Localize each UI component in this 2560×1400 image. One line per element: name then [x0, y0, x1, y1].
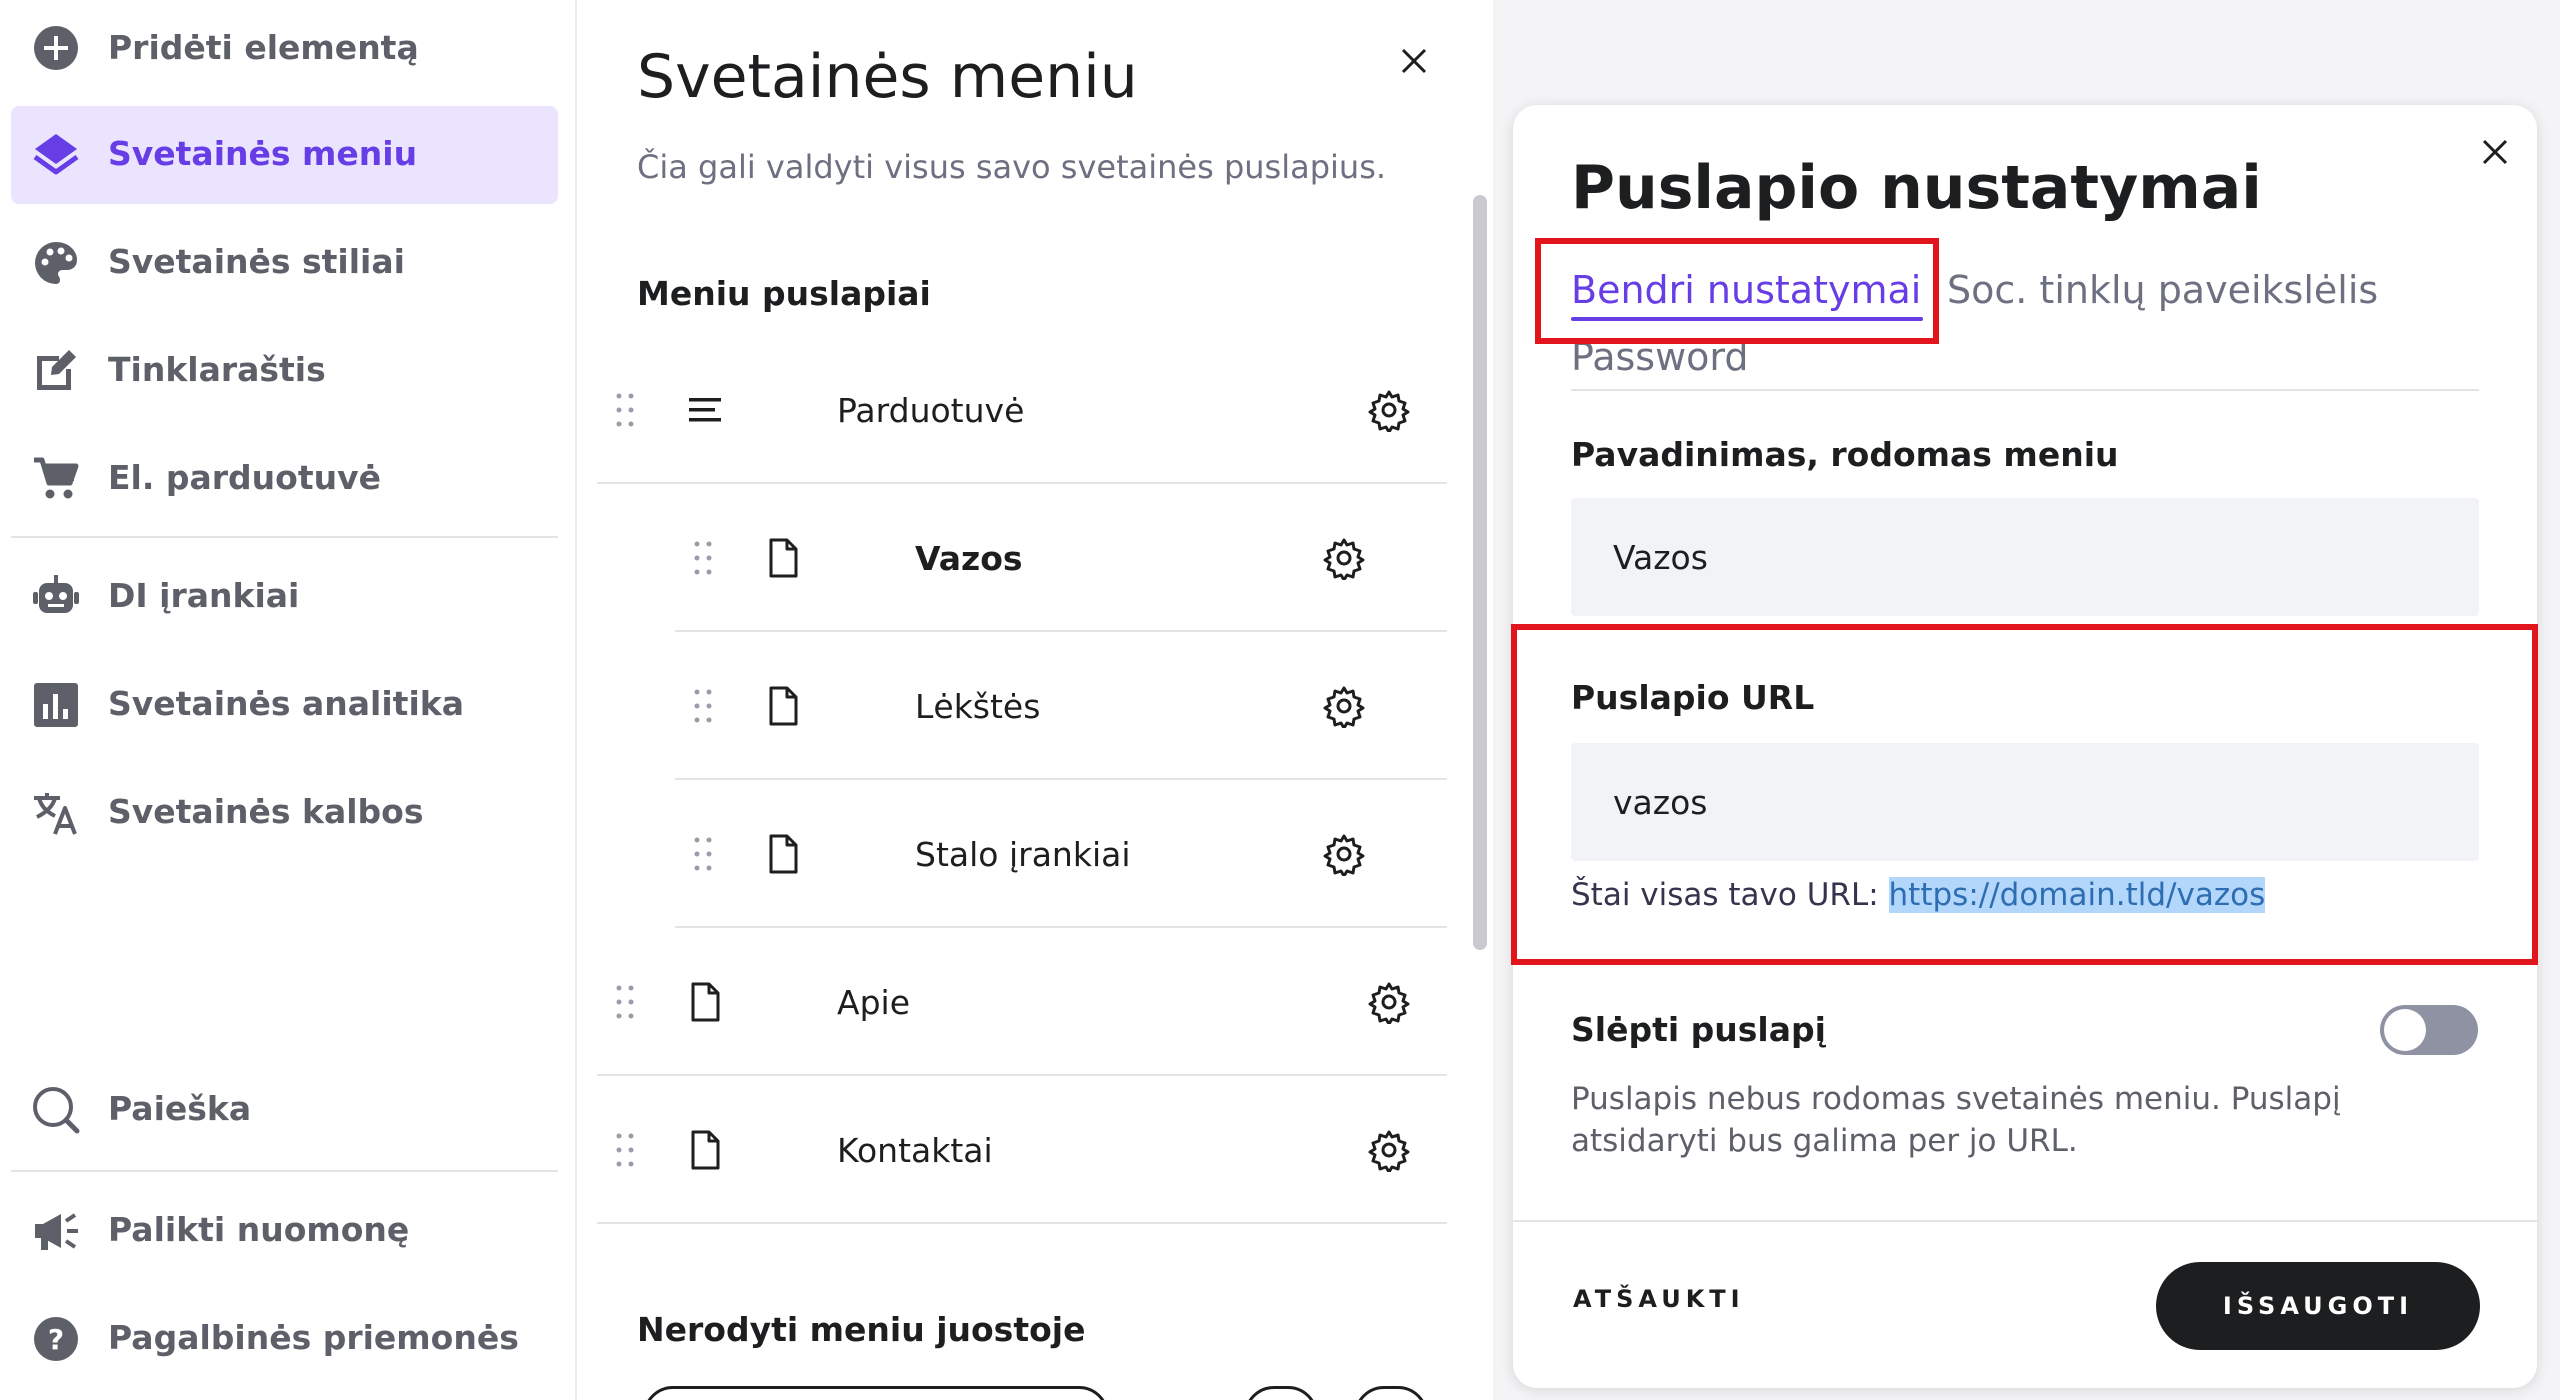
- plus-circle-icon: [31, 23, 81, 73]
- drag-handle-icon[interactable]: [610, 1130, 640, 1170]
- sidebar-item-label: Pridėti elementą: [108, 28, 419, 67]
- sidebar-item-analytics[interactable]: Svetainės analitika: [11, 656, 558, 754]
- partial-icon-button[interactable]: [1354, 1386, 1428, 1400]
- section-label: Meniu puslapiai: [637, 274, 931, 313]
- menu-page-label: Stalo įrankiai: [915, 835, 1131, 874]
- menu-page-label: Parduotuvė: [837, 391, 1025, 430]
- menu-name-input[interactable]: [1571, 498, 2479, 616]
- close-icon: [2482, 139, 2508, 165]
- menu-name-label: Pavadinimas, rodomas meniu: [1571, 435, 2119, 474]
- menu-page-row[interactable]: Lėkštės: [675, 632, 1447, 780]
- sidebar-item-ai-tools[interactable]: DI įrankiai: [11, 548, 558, 646]
- gear-icon[interactable]: [1367, 1128, 1411, 1172]
- sidebar-divider: [11, 536, 558, 538]
- sidebar-item-label: Pagalbinės priemonės: [108, 1318, 519, 1357]
- sidebar-item-label: Tinklaraštis: [108, 350, 326, 389]
- sidebar-item-label: Svetainės kalbos: [108, 792, 424, 831]
- page-icon: [683, 1128, 727, 1172]
- menu-page-label: Vazos: [915, 539, 1023, 578]
- footer-divider: [1513, 1220, 2537, 1222]
- panel-title: Svetainės meniu: [637, 42, 1138, 112]
- sidebar-item-languages[interactable]: Svetainės kalbos: [11, 764, 558, 862]
- sidebar-item-site-menu[interactable]: Svetainės meniu: [11, 106, 558, 204]
- sidebar-item-help[interactable]: ? Pagalbinės priemonės: [11, 1290, 558, 1388]
- close-icon: [1401, 48, 1427, 74]
- save-button[interactable]: IŠSAUGOTI: [2156, 1262, 2480, 1350]
- menu-page-row[interactable]: Vazos: [675, 484, 1447, 632]
- translate-icon: [31, 788, 81, 838]
- highlight-box-url: [1511, 624, 2538, 965]
- close-panel-button[interactable]: [1389, 36, 1439, 86]
- analytics-icon: [31, 680, 81, 730]
- close-dialog-button[interactable]: [2470, 127, 2520, 177]
- gear-icon[interactable]: [1322, 536, 1366, 580]
- sidebar: Pridėti elementą Svetainės meniu Svetain…: [0, 0, 577, 1400]
- hidden-pages-section-label: Nerodyti meniu juostoje: [637, 1310, 1086, 1349]
- sidebar-item-site-styles[interactable]: Svetainės stiliai: [11, 214, 558, 312]
- edit-icon: [31, 346, 81, 396]
- megaphone-icon: [31, 1206, 81, 1256]
- sidebar-item-eshop[interactable]: El. parduotuvė: [11, 430, 558, 528]
- cancel-button[interactable]: ATŠAUKTI: [1573, 1285, 1745, 1313]
- tab-social-image[interactable]: Soc. tinklų paveikslėlis: [1947, 268, 2378, 312]
- sidebar-item-label: Svetainės analitika: [108, 684, 464, 723]
- page-icon: [761, 832, 805, 876]
- site-menu-panel: Svetainės meniu Čia gali valdyti visus s…: [577, 0, 1493, 1400]
- drag-handle-icon[interactable]: [610, 390, 640, 430]
- drag-handle-icon[interactable]: [610, 982, 640, 1022]
- menu-page-label: Apie: [837, 983, 910, 1022]
- search-icon: [31, 1085, 81, 1135]
- cart-icon: [31, 454, 81, 504]
- sidebar-item-label: El. parduotuvė: [108, 458, 381, 497]
- hide-page-toggle[interactable]: [2380, 1005, 2478, 1055]
- menu-page-row[interactable]: Stalo įrankiai: [675, 780, 1447, 928]
- sidebar-item-blog[interactable]: Tinklaraštis: [11, 322, 558, 420]
- toggle-knob: [2384, 1009, 2426, 1051]
- sidebar-divider: [11, 1170, 558, 1172]
- drag-handle-icon[interactable]: [688, 686, 718, 726]
- gear-icon[interactable]: [1322, 832, 1366, 876]
- sidebar-item-label: Paieška: [108, 1089, 252, 1128]
- palette-icon: [31, 238, 81, 288]
- sidebar-item-label: Svetainės stiliai: [108, 242, 405, 281]
- tabs-divider: [1571, 389, 2479, 391]
- menu-page-row[interactable]: Parduotuvė: [597, 336, 1447, 484]
- sidebar-item-label: DI įrankiai: [108, 576, 300, 615]
- page-icon: [761, 536, 805, 580]
- sidebar-item-label: Palikti nuomonę: [108, 1210, 410, 1249]
- menu-page-row[interactable]: Kontaktai: [597, 1076, 1447, 1224]
- gear-icon[interactable]: [1367, 388, 1411, 432]
- gear-icon[interactable]: [1322, 684, 1366, 728]
- robot-icon: [31, 572, 81, 622]
- svg-text:?: ?: [48, 1323, 64, 1356]
- highlight-box-tab: [1535, 238, 1939, 344]
- menu-page-label: Lėkštės: [915, 687, 1041, 726]
- page-icon: [761, 684, 805, 728]
- dialog-title: Puslapio nustatymai: [1571, 153, 2262, 223]
- layers-icon: [31, 130, 81, 180]
- gear-icon[interactable]: [1367, 980, 1411, 1024]
- menu-page-row[interactable]: Apie: [597, 928, 1447, 1076]
- hide-page-description: Puslapis nebus rodomas svetainės meniu. …: [1571, 1081, 2341, 1159]
- partial-icon-button[interactable]: [1244, 1386, 1318, 1400]
- scrollbar-thumb[interactable]: [1473, 195, 1487, 950]
- page-icon: [683, 980, 727, 1024]
- list-icon: [683, 388, 727, 432]
- drag-handle-icon[interactable]: [688, 834, 718, 874]
- partial-button[interactable]: [643, 1386, 1109, 1400]
- menu-page-label: Kontaktai: [837, 1131, 993, 1170]
- help-icon: ?: [31, 1314, 81, 1364]
- panel-subtitle: Čia gali valdyti visus savo svetainės pu…: [637, 148, 1387, 186]
- sidebar-item-search[interactable]: Paieška: [11, 1061, 558, 1159]
- sidebar-item-label: Svetainės meniu: [108, 134, 418, 173]
- drag-handle-icon[interactable]: [688, 538, 718, 578]
- sidebar-item-add-element[interactable]: Pridėti elementą: [11, 0, 558, 98]
- sidebar-item-feedback[interactable]: Palikti nuomonę: [11, 1182, 558, 1280]
- hide-page-label: Slėpti puslapį: [1571, 1010, 1826, 1049]
